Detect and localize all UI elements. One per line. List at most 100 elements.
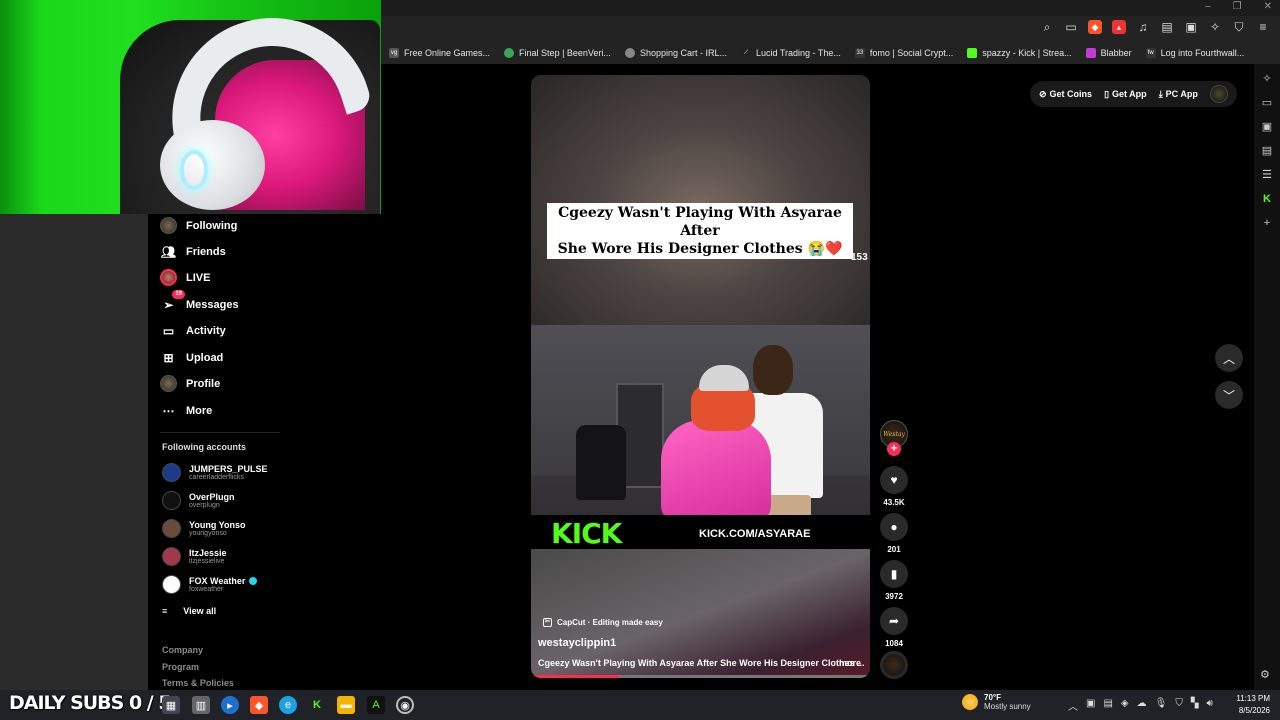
kick-icon[interactable]: K [1260,192,1274,206]
following-account[interactable]: FOX Weather foxweather [162,575,258,594]
next-video-button[interactable]: ﹀ [1215,381,1243,409]
messages-icon: ➢ 19 [160,290,185,313]
bookmarks-icon[interactable]: ▤ [1260,144,1274,158]
upload-icon: ⊞ [163,350,174,365]
previous-video-button[interactable]: ︿ [1215,344,1243,372]
app-a-icon[interactable]: A [367,696,385,714]
nav-messages[interactable]: ➢ 19 Messages [160,290,239,313]
restore-button[interactable]: ❐ [1233,1,1242,12]
brave-icon[interactable]: ◆ [250,696,268,714]
sidebar-settings-icon[interactable]: ⚙ [1260,668,1270,681]
more-button[interactable]: more [839,658,861,668]
footer-terms-link[interactable]: Terms & Policies [162,678,234,688]
sidebar-toggle-icon[interactable]: ▤ [1160,20,1174,34]
system-tray: ︿ ▣ ▤ ◈ ☁ 🎙︎ ⛉ ▚ 🔊︎ [1068,698,1213,713]
tray-expand-icon[interactable]: ︿ [1068,698,1078,713]
following-account[interactable]: ItzJessie itzjessielive [162,547,227,566]
microphone-icon[interactable]: 🎙︎ [1155,698,1168,713]
music-disc-icon[interactable] [880,651,908,679]
footer-program-link[interactable]: Program [162,662,199,672]
weather-widget[interactable]: 70°F Mostly sunny [962,693,1031,711]
nav-following[interactable]: Following [160,217,237,234]
obs-icon[interactable]: ◉ [396,696,414,714]
share-button[interactable]: ➦ 1084 [880,607,908,648]
get-app-pill: ⊘ Get Coins ▯ Get App ⤓ PC App [1030,81,1237,107]
list-icon: ≡ [162,606,168,616]
get-app-button[interactable]: ▯ Get App [1104,89,1147,100]
bookmark-spazzy-kick[interactable]: spazzy - Kick | Strea... [967,48,1072,58]
zoom-icon[interactable]: ⌕ [1040,20,1054,34]
nav-activity[interactable]: ▭ Activity [160,322,226,339]
vpn-icon[interactable]: ⛉ [1232,20,1246,34]
nav-live[interactable]: LIVE [160,269,210,286]
kick-icon[interactable]: K [308,696,326,714]
capcut-link[interactable]: ✂ CapCut · Editing made easy [543,618,663,627]
taskbar-clock[interactable]: 11:13 PM 8/5/2026 [1230,693,1270,717]
bookmark-beenverified[interactable]: Final Step | BeenVeri... [504,48,611,58]
vpn-icon[interactable]: ⛉ [1175,698,1183,713]
close-button[interactable]: ✕ [1264,1,1272,12]
brave-rewards-icon[interactable]: ▲ [1112,20,1126,34]
more-icon: ⋯ [162,403,175,418]
kick-logo: KICK [551,517,622,550]
tray-app-icon[interactable]: ▤ [1103,698,1112,713]
wallet-icon[interactable]: ▣ [1184,20,1198,34]
edge-icon[interactable]: e [279,696,297,714]
footer-company-link[interactable]: Company [162,645,203,655]
nav-divider [160,432,280,433]
minimize-button[interactable]: – [1205,1,1211,12]
get-coins-button[interactable]: ⊘ Get Coins [1039,89,1092,100]
like-button[interactable]: ♥ 43.5K [880,466,908,507]
file-explorer-icon[interactable]: ▬ [337,696,355,714]
video-description: Cgeezy Wasn't Playing With Asyarae After… [538,658,865,668]
wifi-icon[interactable]: ▚ [1191,698,1199,713]
add-panel-icon[interactable]: + [1260,216,1274,230]
bookmark-free-online-games[interactable]: vg Free Online Games... [389,48,490,58]
leo-icon[interactable]: ✧ [1260,72,1274,86]
menu-icon[interactable]: ≡ [1256,20,1270,34]
vg-icon: vg [389,48,399,58]
share-icon: ➦ [880,607,908,635]
comment-button[interactable]: ● 201 [880,513,908,554]
pc-app-button[interactable]: ⤓ PC App [1159,89,1198,100]
cloud-icon[interactable]: ☁ [1137,698,1147,713]
heart-icon: ♥ [880,466,908,494]
video-player[interactable]: Cgeezy Wasn't Playing With Asyarae After… [531,75,870,678]
brave-shields-icon[interactable]: ◆ [1088,20,1102,34]
account-avatar [162,519,181,538]
video-username[interactable]: westayclippin1 [538,637,616,649]
following-account[interactable]: JUMPERS_PULSE careerladderflicks [162,463,268,482]
user-avatar[interactable] [1209,85,1228,103]
bookmark-lucid-trading[interactable]: ⟋ Lucid Trading - The... [740,48,841,58]
volume-icon[interactable]: 🔊︎ [1207,698,1213,713]
toolbar-icons: ⌕ ▭ ◆ ▲ ♫ ▤ ▣ ✧ ⛉ ≡ [1040,20,1270,34]
tv-icon[interactable]: ▭ [1260,96,1274,110]
following-account[interactable]: OverPlugn overplugn [162,491,235,510]
cast-icon[interactable]: ▭ [1064,20,1078,34]
tray-app-icon[interactable]: ▣ [1086,698,1095,713]
account-avatar [162,547,181,566]
bookmark-fourthwall[interactable]: fw Log into Fourthwall... [1145,48,1244,58]
wallet-icon[interactable]: ▣ [1260,120,1274,134]
tray-app-icon[interactable]: ◈ [1121,698,1129,713]
media-icon[interactable]: ♫ [1136,20,1150,34]
video-progress[interactable] [531,675,870,678]
bookmark-shopping-cart[interactable]: Shopping Cart - IRL... [624,48,727,58]
nav-more[interactable]: ⋯ More [160,402,213,419]
leo-ai-icon[interactable]: ✧ [1208,20,1222,34]
nav-profile[interactable]: Profile [160,375,220,392]
game-app-icon[interactable]: ▦ [162,696,180,714]
bookmark-blabber[interactable]: Blabber [1085,48,1132,58]
save-button[interactable]: ▮ 3972 [880,560,908,601]
bookmark-fomo[interactable]: 33 fomo | Social Crypt... [854,48,953,58]
reading-list-icon[interactable]: ☰ [1260,168,1274,182]
task-view-icon[interactable]: ▥ [192,696,210,714]
nav-friends[interactable]: 👥︎ Friends [160,243,226,260]
nav-upload[interactable]: ⊞ Upload [160,349,223,366]
follow-button[interactable]: + [887,442,901,456]
beenverified-icon [504,48,515,58]
following-account[interactable]: Young Yonso youngyonso [162,519,246,538]
view-all-button[interactable]: ≡ View all [162,606,216,616]
avatar-icon [160,217,177,234]
app-icon[interactable]: ▸ [221,696,239,714]
